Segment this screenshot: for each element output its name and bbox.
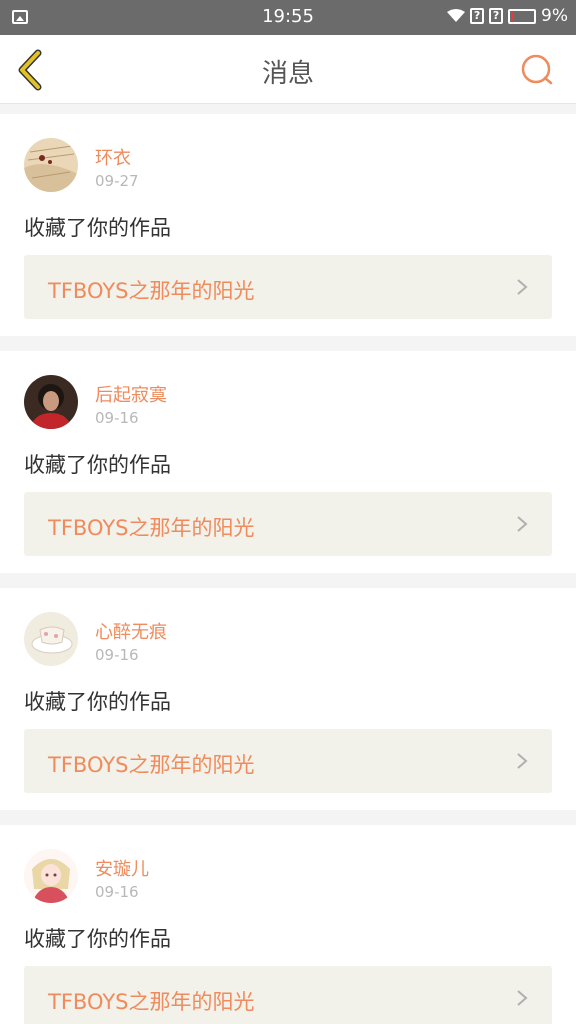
- work-link[interactable]: TFBOYS之那年的阳光: [24, 729, 552, 793]
- work-link[interactable]: TFBOYS之那年的阳光: [24, 966, 552, 1024]
- chevron-right-icon: [517, 990, 528, 1006]
- notification-date: 09-16: [95, 646, 139, 664]
- username[interactable]: 心醉无痕: [95, 618, 167, 644]
- work-title: TFBOYS之那年的阳光: [48, 516, 255, 540]
- search-icon[interactable]: [520, 53, 554, 87]
- battery-percent: 9%: [541, 6, 568, 26]
- username[interactable]: 后起寂寞: [95, 381, 167, 407]
- avatar[interactable]: [24, 612, 78, 666]
- wifi-icon: [447, 9, 466, 22]
- work-title: TFBOYS之那年的阳光: [48, 279, 255, 303]
- notification-item: 心醉无痕 09-16 收藏了你的作品 TFBOYS之那年的阳光: [0, 588, 576, 810]
- sim1-icon: ?: [470, 8, 485, 24]
- page-title: 消息: [261, 59, 314, 89]
- work-title: TFBOYS之那年的阳光: [48, 990, 255, 1014]
- work-title: TFBOYS之那年的阳光: [48, 753, 255, 777]
- chevron-right-icon: [517, 279, 528, 295]
- sim2-icon: ?: [489, 8, 504, 24]
- username[interactable]: 环衣: [95, 144, 131, 170]
- chevron-right-icon: [517, 753, 528, 769]
- notification-list: 环衣 09-27 收藏了你的作品 TFBOYS之那年的阳光 后起寂寞 09-16…: [0, 114, 576, 1024]
- avatar[interactable]: [24, 138, 78, 192]
- chevron-right-icon: [517, 516, 528, 532]
- notification-item: 环衣 09-27 收藏了你的作品 TFBOYS之那年的阳光: [0, 114, 576, 336]
- avatar[interactable]: [24, 849, 78, 903]
- username[interactable]: 安璇儿: [95, 855, 149, 881]
- status-bar: 19:55 ? ? 9%: [0, 0, 576, 35]
- notification-text: 收藏了你的作品: [24, 690, 171, 714]
- notification-date: 09-27: [95, 172, 139, 190]
- notification-date: 09-16: [95, 883, 139, 901]
- notification-date: 09-16: [95, 409, 139, 427]
- work-link[interactable]: TFBOYS之那年的阳光: [24, 255, 552, 319]
- notification-item: 后起寂寞 09-16 收藏了你的作品 TFBOYS之那年的阳光: [0, 351, 576, 573]
- notification-text: 收藏了你的作品: [24, 453, 171, 477]
- avatar[interactable]: [24, 375, 78, 429]
- battery-icon: [508, 8, 537, 24]
- notification-text: 收藏了你的作品: [24, 216, 171, 240]
- status-icons: ? ? 9%: [447, 6, 568, 26]
- notification-text: 收藏了你的作品: [24, 927, 171, 951]
- header-bar: 消息: [0, 35, 576, 104]
- notification-item: 安璇儿 09-16 收藏了你的作品 TFBOYS之那年的阳光: [0, 825, 576, 1024]
- work-link[interactable]: TFBOYS之那年的阳光: [24, 492, 552, 556]
